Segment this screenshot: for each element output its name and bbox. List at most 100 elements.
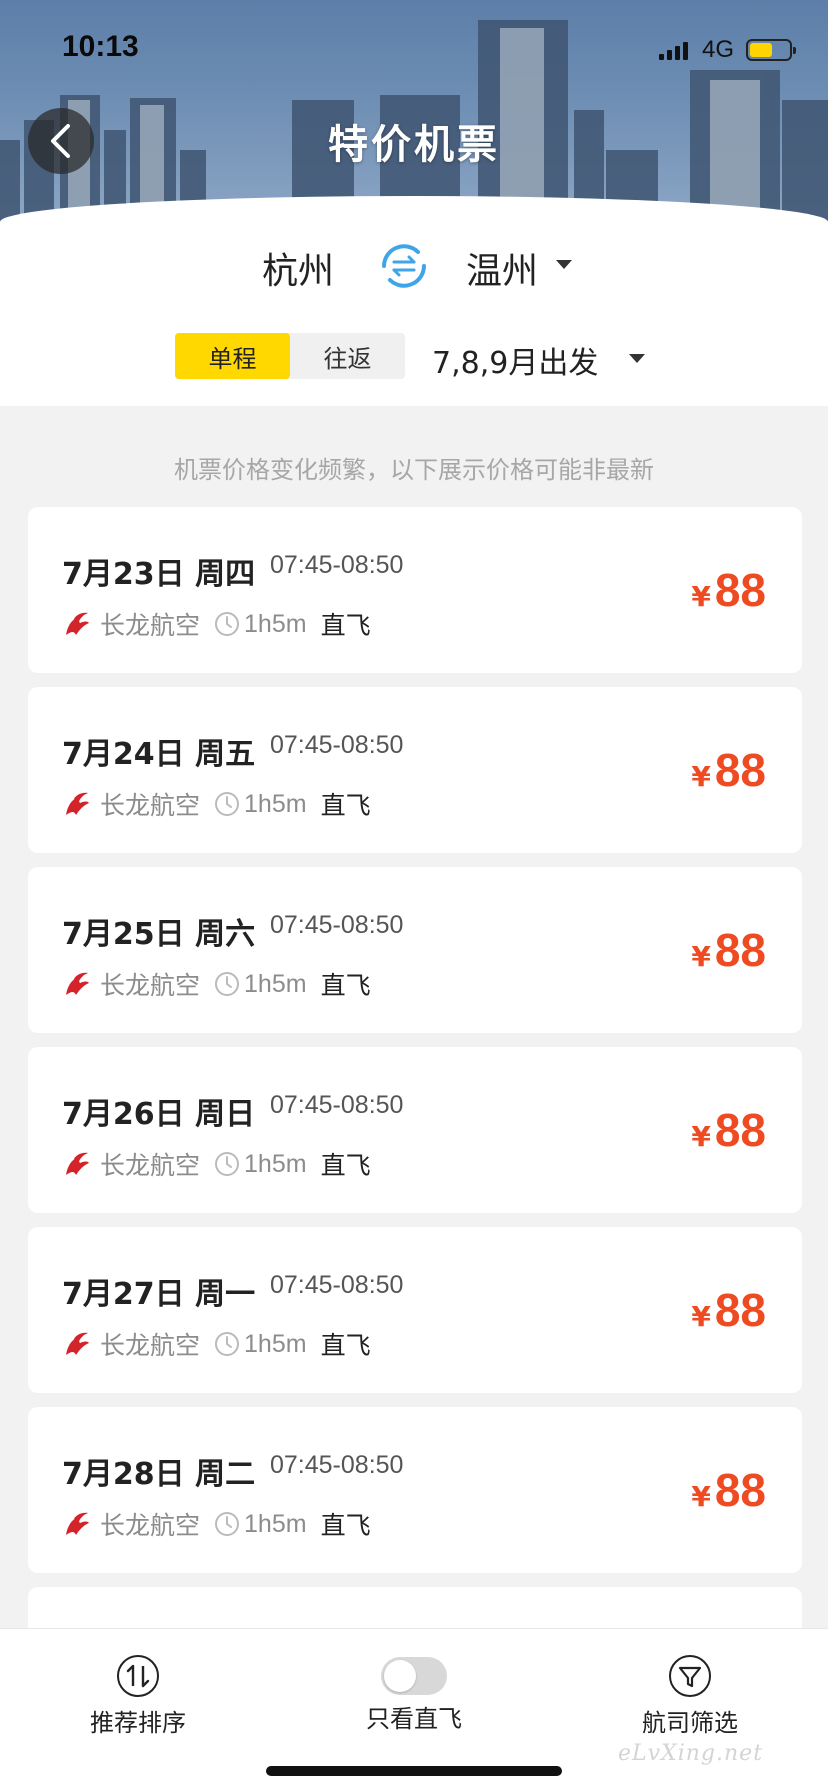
flight-type: 直飞 <box>320 971 371 1000</box>
flight-time: 07:45-08:50 <box>270 551 404 579</box>
airline-name: 长龙航空 <box>100 971 201 1000</box>
price-amount: 88 <box>714 1464 766 1516</box>
flight-card[interactable]: 7月26日 周日 07:45-08:50 长龙航空 1h5m 直飞 ¥ 88 <box>28 1047 802 1213</box>
flight-time: 07:45-08:50 <box>270 911 404 939</box>
flight-card[interactable]: 7月27日 周一 07:45-08:50 长龙航空 1h5m 直飞 ¥ 88 <box>28 1227 802 1393</box>
airline-name: 长龙航空 <box>100 791 201 820</box>
flight-list: 7月23日 周四 07:45-08:50 长龙航空 1h5m 直飞 ¥ 88 7… <box>28 507 802 1767</box>
clock-icon <box>215 972 240 996</box>
price-amount: 88 <box>714 1104 766 1156</box>
flight-details: 长龙航空 1h5m 直飞 <box>62 968 371 1000</box>
one-way-option[interactable]: 单程 <box>175 333 290 379</box>
flight-date: 7月25日 周六 <box>62 917 256 952</box>
flight-date: 7月27日 周一 <box>62 1277 256 1312</box>
clock-icon <box>215 612 240 636</box>
price-amount: 88 <box>714 564 766 616</box>
route-selector: 杭州 温州 <box>0 236 828 296</box>
flight-details: 长龙航空 1h5m 直飞 <box>62 1328 371 1360</box>
flight-duration: 1h5m <box>244 789 307 818</box>
airline-filter-button[interactable]: 航司筛选 <box>610 1653 770 1738</box>
sort-icon <box>117 1655 159 1697</box>
flight-duration: 1h5m <box>244 969 307 998</box>
flight-type: 直飞 <box>320 791 371 820</box>
flight-time: 07:45-08:50 <box>270 1271 404 1299</box>
search-panel <box>0 196 828 406</box>
airline-name: 长龙航空 <box>100 1511 201 1540</box>
flight-details: 长龙航空 1h5m 直飞 <box>62 1508 371 1540</box>
flight-duration: 1h5m <box>244 1329 307 1358</box>
signal-icon <box>658 40 688 60</box>
currency-symbol: ¥ <box>691 580 711 613</box>
status-indicators: 4G <box>658 36 796 64</box>
origin-city[interactable]: 杭州 <box>262 242 334 294</box>
flight-price: ¥ 88 <box>691 1103 766 1157</box>
watermark: eLvXing.net <box>618 1741 764 1766</box>
flight-details: 长龙航空 1h5m 直飞 <box>62 1148 371 1180</box>
flight-type: 直飞 <box>320 1511 371 1540</box>
flight-price: ¥ 88 <box>691 923 766 977</box>
page-title: 特价机票 <box>328 122 500 168</box>
flight-date: 7月24日 周五 <box>62 737 256 772</box>
caret-down-icon[interactable] <box>629 354 645 363</box>
trip-type-toggle: 单程 往返 <box>175 333 405 379</box>
flight-price: ¥ 88 <box>691 563 766 617</box>
flight-time: 07:45-08:50 <box>270 1091 404 1119</box>
flight-type: 直飞 <box>320 611 371 640</box>
flight-details: 长龙航空 1h5m 直飞 <box>62 788 371 820</box>
flight-price: ¥ 88 <box>691 1463 766 1517</box>
airline-name: 长龙航空 <box>100 1331 201 1360</box>
direct-only-toggle[interactable]: 只看直飞 <box>334 1653 494 1734</box>
flight-card[interactable]: 7月25日 周六 07:45-08:50 长龙航空 1h5m 直飞 ¥ 88 <box>28 867 802 1033</box>
flight-duration: 1h5m <box>244 1149 307 1178</box>
flight-date: 7月28日 周二 <box>62 1457 256 1492</box>
airline-name: 长龙航空 <box>100 1151 201 1180</box>
network-type: 4G <box>701 36 734 63</box>
filter-icon <box>669 1655 711 1697</box>
flight-duration: 1h5m <box>244 609 307 638</box>
direct-only-label: 只看直飞 <box>366 1705 462 1733</box>
sort-button[interactable]: 推荐排序 <box>58 1653 218 1738</box>
currency-symbol: ¥ <box>691 1480 711 1513</box>
filter-label: 航司筛选 <box>642 1709 738 1737</box>
airline-logo-icon <box>66 612 89 635</box>
price-amount: 88 <box>714 924 766 976</box>
flight-card[interactable]: 7月24日 周五 07:45-08:50 长龙航空 1h5m 直飞 ¥ 88 <box>28 687 802 853</box>
airline-name: 长龙航空 <box>100 611 201 640</box>
flight-price: ¥ 88 <box>691 1283 766 1337</box>
airline-logo-icon <box>66 1332 89 1355</box>
direct-only-switch[interactable] <box>381 1657 447 1695</box>
currency-symbol: ¥ <box>691 1300 711 1333</box>
price-amount: 88 <box>714 1284 766 1336</box>
swap-icon[interactable] <box>374 236 434 296</box>
clock-icon <box>215 1152 240 1176</box>
price-notice: 机票价格变化频繁，以下展示价格可能非最新 <box>174 456 654 484</box>
flight-details: 长龙航空 1h5m 直飞 <box>62 608 371 640</box>
airline-logo-icon <box>66 792 89 815</box>
airline-logo-icon <box>66 1512 89 1535</box>
clock-icon <box>215 792 240 816</box>
clock-icon <box>215 1512 240 1536</box>
flight-date: 7月26日 周日 <box>62 1097 256 1132</box>
status-bar: 10:13 4G <box>0 0 828 96</box>
destination-city[interactable]: 温州 <box>466 242 538 294</box>
home-indicator <box>266 1766 562 1776</box>
sort-label: 推荐排序 <box>90 1709 186 1737</box>
flight-type: 直飞 <box>320 1151 371 1180</box>
currency-symbol: ¥ <box>691 1120 711 1153</box>
price-amount: 88 <box>714 744 766 796</box>
currency-symbol: ¥ <box>691 940 711 973</box>
battery-icon <box>746 39 796 61</box>
currency-symbol: ¥ <box>691 760 711 793</box>
clock-icon <box>215 1332 240 1356</box>
flight-card[interactable]: 7月28日 周二 07:45-08:50 长龙航空 1h5m 直飞 ¥ 88 <box>28 1407 802 1573</box>
flight-price: ¥ 88 <box>691 743 766 797</box>
status-time: 10:13 <box>62 30 139 63</box>
flight-type: 直飞 <box>320 1331 371 1360</box>
flight-card[interactable]: 7月23日 周四 07:45-08:50 长龙航空 1h5m 直飞 ¥ 88 <box>28 507 802 673</box>
airline-logo-icon <box>66 972 89 995</box>
departure-month-selector[interactable]: 7,8,9月出发 <box>432 338 598 382</box>
flight-time: 07:45-08:50 <box>270 1451 404 1479</box>
flight-date: 7月23日 周四 <box>62 557 256 592</box>
round-trip-option[interactable]: 往返 <box>290 333 405 379</box>
caret-down-icon[interactable] <box>556 260 572 269</box>
